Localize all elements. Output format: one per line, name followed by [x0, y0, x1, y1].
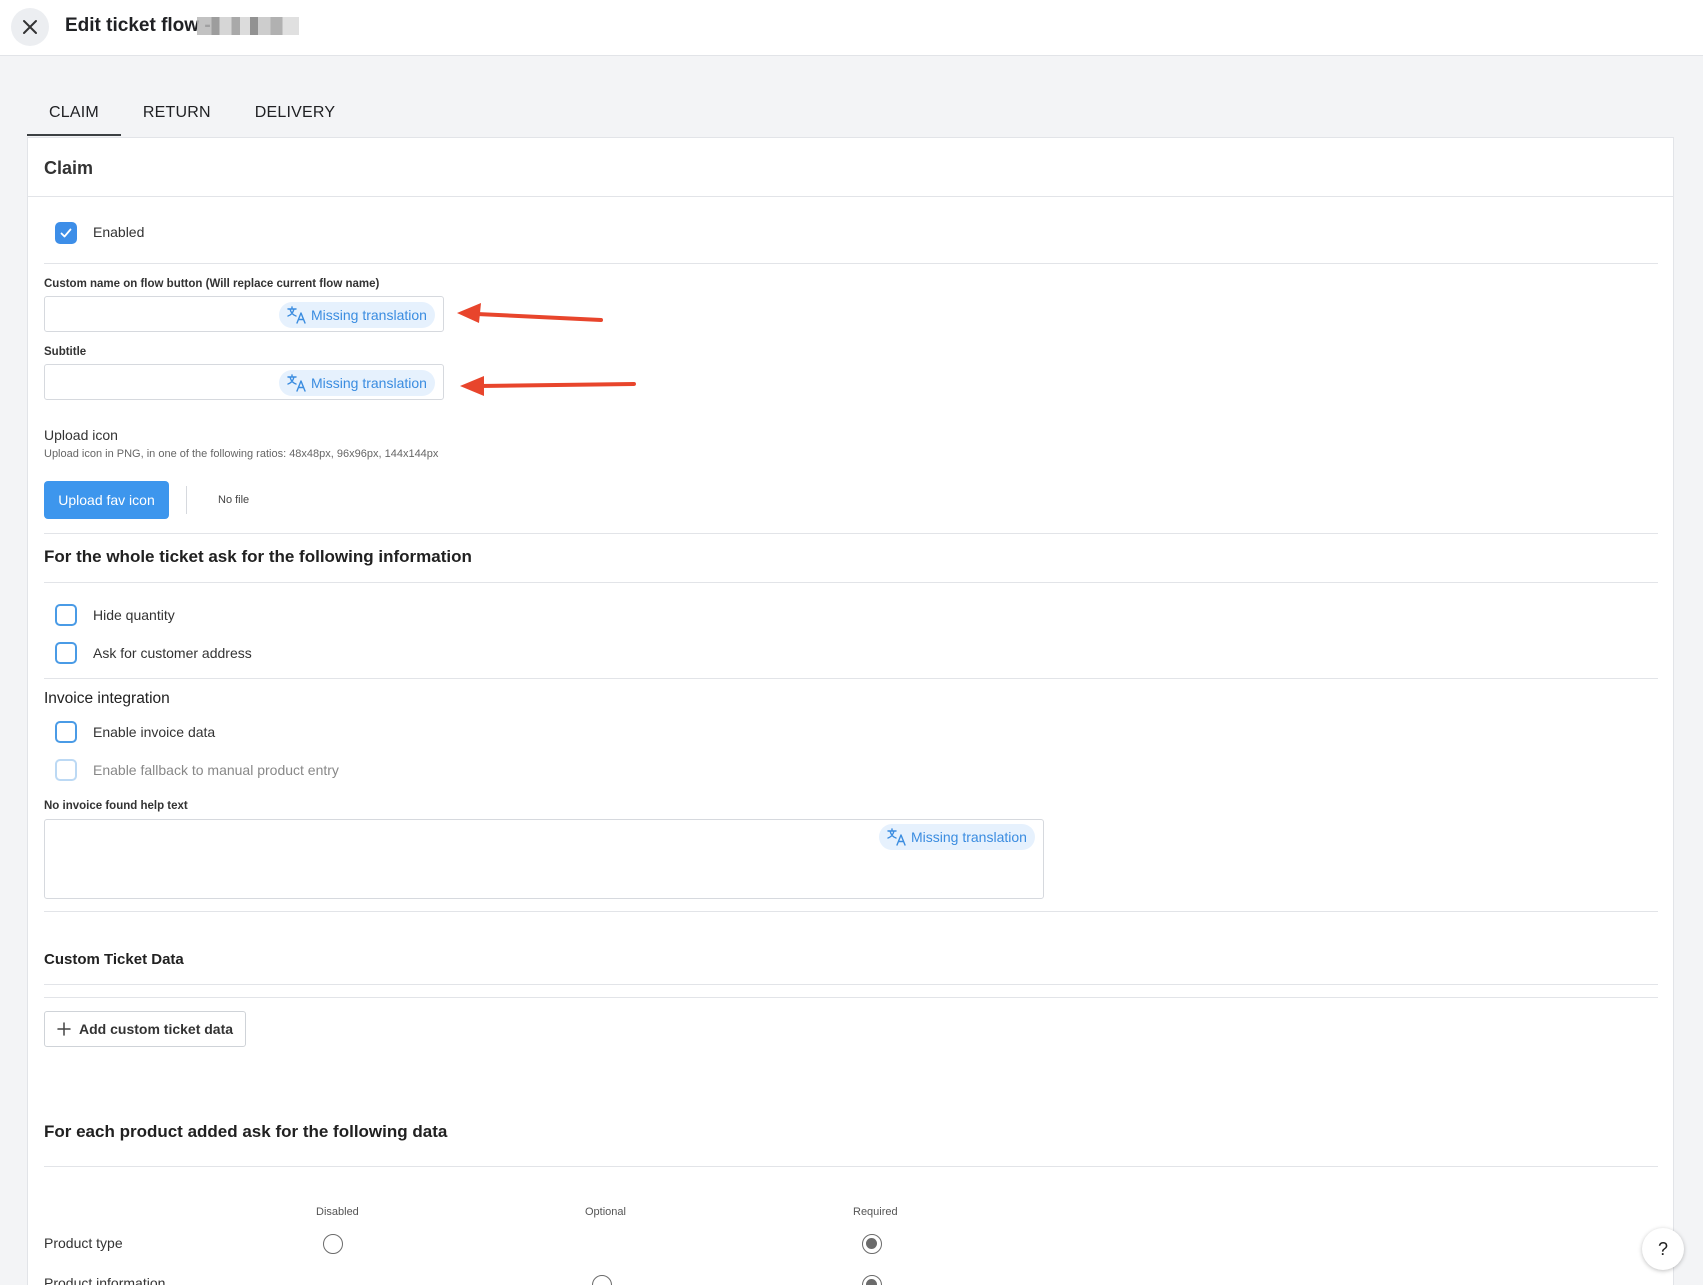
product-information-required-radio[interactable]: [862, 1275, 882, 1285]
enabled-checkbox[interactable]: [55, 222, 77, 244]
enabled-label: Enabled: [93, 224, 145, 240]
product-information-optional-radio[interactable]: [592, 1275, 612, 1285]
missing-translation-text: Missing translation: [311, 307, 427, 323]
divider: [44, 984, 1658, 985]
annotation-arrow-icon: [457, 303, 603, 323]
enable-invoice-data-label: Enable invoice data: [93, 724, 216, 740]
custom-name-label: Custom name on flow button (Will replace…: [44, 278, 380, 290]
card-title: Claim: [44, 158, 94, 178]
redacted-store-name: [197, 17, 299, 35]
upload-icon-title: Upload icon: [44, 427, 118, 443]
tab-return[interactable]: RETURN: [121, 96, 233, 136]
help-button[interactable]: ?: [1642, 1228, 1684, 1270]
hide-quantity-label: Hide quantity: [93, 607, 175, 623]
missing-translation-chip[interactable]: Missing translation: [879, 824, 1035, 850]
divider: [44, 1166, 1658, 1167]
missing-translation-text: Missing translation: [911, 829, 1027, 845]
enable-fallback-checkbox[interactable]: [55, 759, 77, 781]
no-invoice-help-label: No invoice found help text: [44, 800, 188, 812]
hide-quantity-checkbox[interactable]: [55, 604, 77, 626]
per-product-title: For each product added ask for the follo…: [44, 1122, 448, 1141]
product-type-required-radio[interactable]: [862, 1234, 882, 1254]
translate-icon: [887, 828, 906, 846]
file-status: No file: [218, 494, 250, 506]
divider: [44, 997, 1658, 998]
divider: [44, 678, 1658, 679]
column-required: Required: [853, 1206, 898, 1218]
card-header: Claim: [28, 138, 1673, 197]
top-bar: Edit ticket flow -: [0, 0, 1703, 56]
custom-ticket-data-title: Custom Ticket Data: [44, 951, 184, 968]
claim-card: Claim Enabled Custom name on flow button…: [27, 137, 1674, 1285]
whole-ticket-title: For the whole ticket ask for the followi…: [44, 547, 472, 566]
add-custom-ticket-data-label: Add custom ticket data: [79, 1021, 234, 1037]
enable-invoice-data-checkbox[interactable]: [55, 721, 77, 743]
plus-icon: [57, 1022, 71, 1036]
invoice-integration-title: Invoice integration: [44, 690, 170, 707]
subtitle-input[interactable]: Missing translation: [44, 364, 444, 400]
enable-fallback-label: Enable fallback to manual product entry: [93, 762, 339, 778]
translate-icon: [287, 374, 306, 392]
missing-translation-chip[interactable]: Missing translation: [279, 370, 435, 396]
product-type-label: Product type: [44, 1235, 123, 1251]
divider: [44, 582, 1658, 583]
divider: [44, 263, 1658, 264]
upload-fav-icon-button[interactable]: Upload fav icon: [44, 481, 169, 519]
flow-tabs: CLAIM RETURN DELIVERY: [27, 96, 357, 136]
tab-claim[interactable]: CLAIM: [27, 96, 121, 136]
column-disabled: Disabled: [316, 1206, 359, 1218]
annotation-arrow-icon: [460, 376, 636, 396]
divider: [44, 911, 1658, 912]
close-button[interactable]: [11, 8, 49, 46]
page-title: Edit ticket flow -: [65, 15, 211, 36]
column-optional: Optional: [585, 1206, 626, 1218]
close-icon: [23, 20, 37, 34]
tab-delivery[interactable]: DELIVERY: [233, 96, 357, 136]
ask-customer-address-checkbox[interactable]: [55, 642, 77, 664]
no-invoice-help-textarea[interactable]: Missing translation: [44, 819, 1044, 899]
add-custom-ticket-data-button[interactable]: Add custom ticket data: [44, 1011, 247, 1047]
divider: [44, 533, 1658, 534]
upload-icon-hint: Upload icon in PNG, in one of the follow…: [44, 448, 439, 460]
check-icon: [60, 228, 72, 238]
subtitle-label: Subtitle: [44, 346, 87, 358]
missing-translation-text: Missing translation: [311, 375, 427, 391]
translate-icon: [287, 306, 306, 324]
product-type-disabled-radio[interactable]: [323, 1234, 343, 1254]
ask-customer-address-label: Ask for customer address: [93, 645, 252, 661]
missing-translation-chip[interactable]: Missing translation: [279, 302, 435, 328]
upload-divider: [186, 486, 187, 514]
custom-name-input[interactable]: Missing translation: [44, 296, 444, 332]
product-information-label: Product information: [44, 1275, 166, 1285]
